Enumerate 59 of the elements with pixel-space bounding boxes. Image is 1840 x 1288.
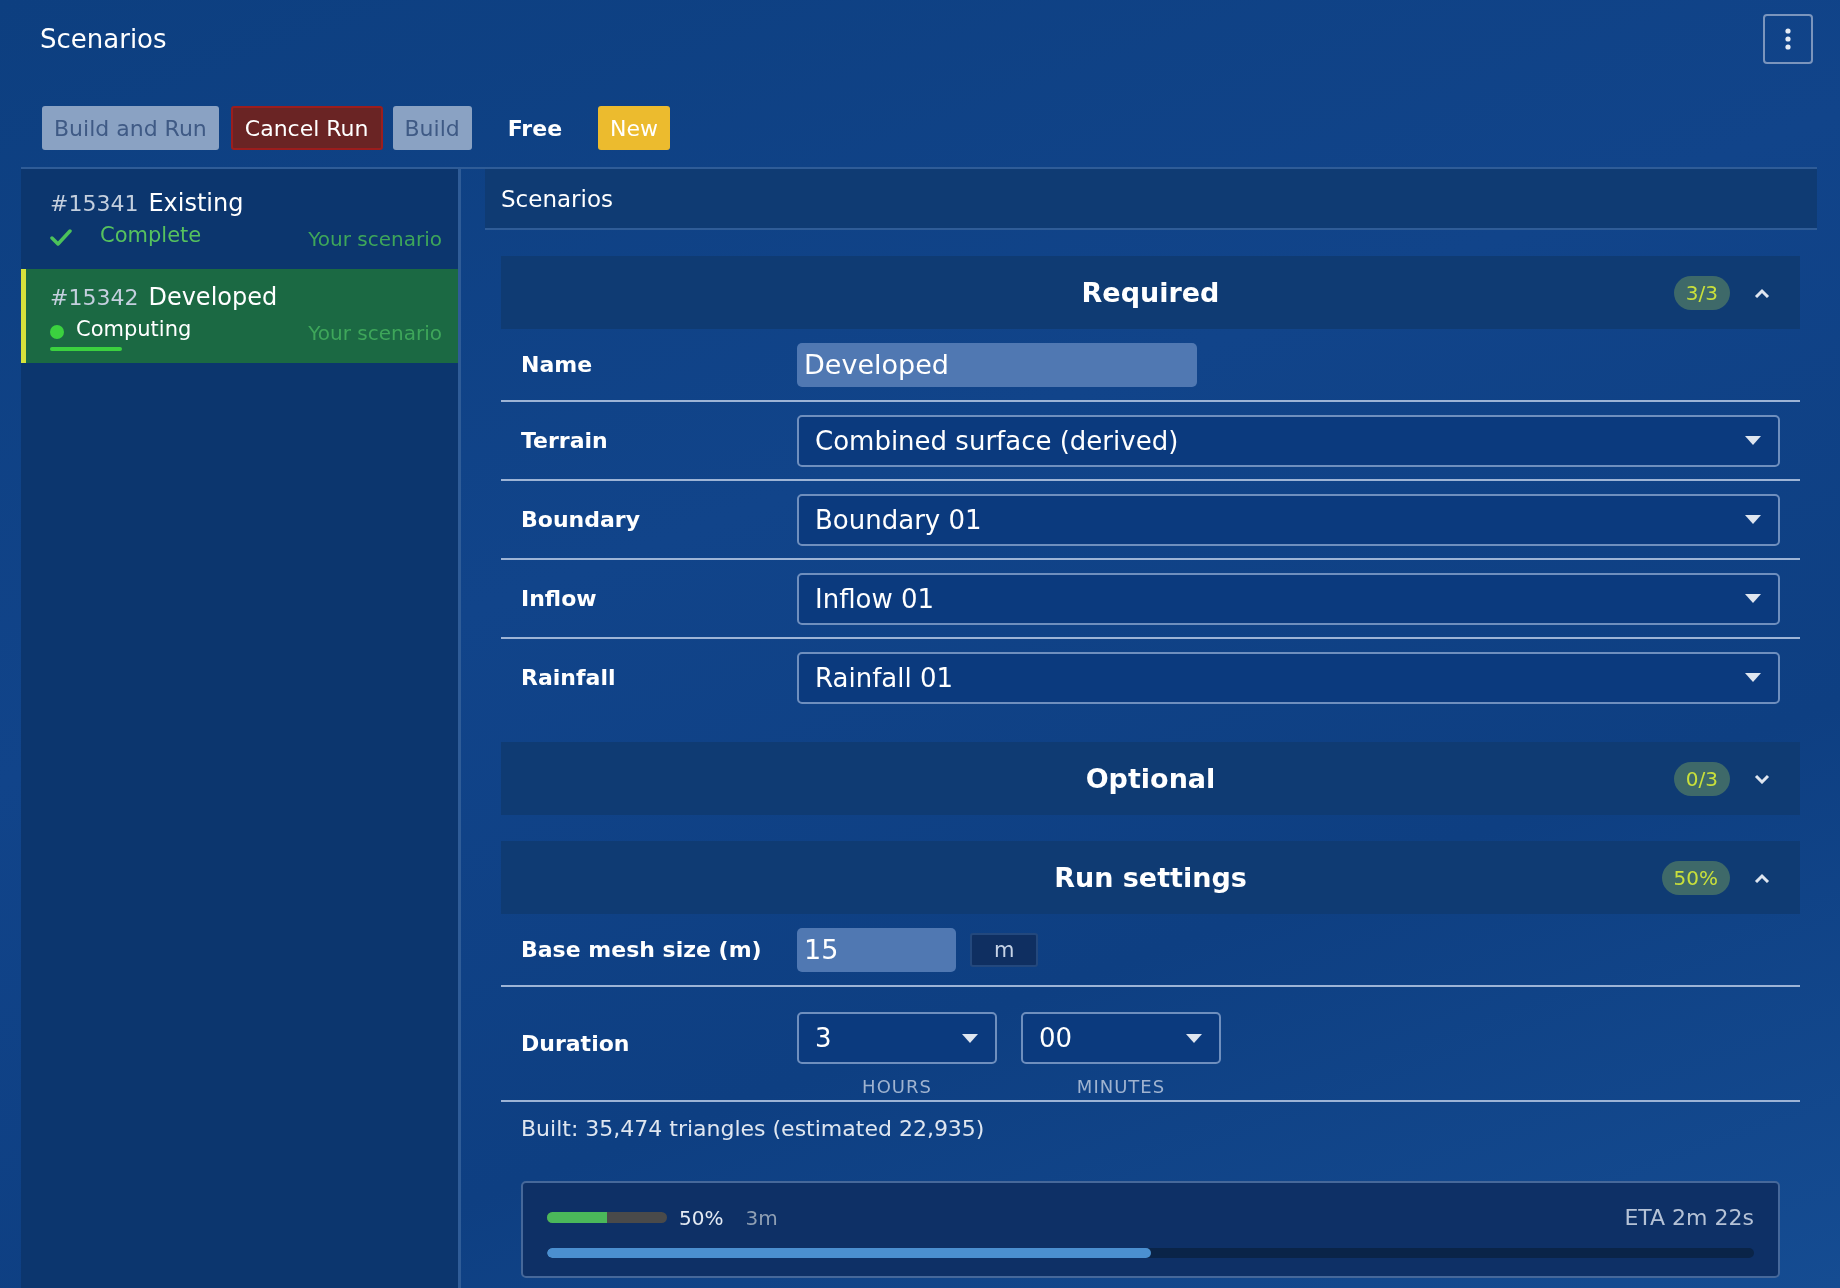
chevron-up-icon[interactable] [1754, 872, 1770, 883]
owner-label: Your scenario [308, 321, 442, 345]
activity-bar [50, 347, 122, 351]
check-icon [50, 229, 72, 247]
caret-icon [1744, 593, 1762, 604]
count-badge: 0/3 [1673, 761, 1730, 796]
section-header[interactable]: Required 3/3 [501, 256, 1800, 329]
scenario-item[interactable]: #15341 Existing Complete Your scenario [21, 169, 458, 269]
field-label: Boundary [521, 507, 641, 532]
section-header[interactable]: Optional 0/3 [501, 742, 1800, 815]
number-field[interactable]: 15 [797, 927, 956, 972]
caret-icon [961, 1032, 979, 1044]
page-title: Scenarios [40, 24, 167, 54]
plan-label: Free [507, 115, 563, 141]
scenario-name: Existing [148, 189, 244, 217]
scenario-number: #15341 [50, 191, 139, 216]
unit-caption: HOURS [862, 1076, 932, 1097]
chevron-down-icon[interactable] [1754, 773, 1770, 784]
field-label: Duration [521, 1031, 631, 1056]
scenario-name: Developed [148, 283, 278, 311]
dropdown[interactable]: 3 [797, 1012, 997, 1064]
unit-caption: MINUTES [1076, 1076, 1166, 1097]
owner-label: Your scenario [308, 227, 442, 251]
caret-icon [1744, 435, 1762, 446]
dropdown[interactable]: 00 [1021, 1012, 1221, 1064]
scenario-item[interactable]: #15342 Developed Computing Your scenario [21, 269, 458, 363]
status-text: Computing [76, 317, 192, 341]
chevron-up-icon[interactable] [1754, 287, 1770, 298]
dropdown[interactable]: Boundary 01 [797, 493, 1780, 546]
build-summary: Built: 35,474 triangles (estimated 22,935) [520, 1115, 986, 1143]
field-label: Terrain [521, 428, 609, 453]
field-label: Name [521, 352, 594, 377]
more-icon [1785, 28, 1791, 50]
elapsed-time: 3m [745, 1205, 778, 1230]
count-badge: 50% [1661, 860, 1730, 895]
field-label: Rainfall [521, 665, 617, 690]
panel-title: Scenarios [485, 169, 1817, 230]
progress-percent: 50% [679, 1205, 724, 1230]
dropdown[interactable]: Rainfall 01 [797, 651, 1780, 704]
cancel-button[interactable]: Cancel Run [230, 106, 383, 150]
section-title: Optional [1085, 763, 1216, 794]
eta-text: ETA 2m 22s [1624, 1205, 1754, 1230]
unit-label: m [970, 932, 1039, 967]
caret-icon [1744, 672, 1762, 683]
dropdown[interactable]: Inflow 01 [797, 572, 1780, 625]
section-title: Run settings [1054, 862, 1247, 893]
status-dot [50, 325, 64, 339]
scenario-number: #15342 [50, 285, 139, 310]
section-title: Required [1081, 277, 1220, 308]
dropdown[interactable]: Combined surface (derived) [797, 414, 1780, 467]
count-badge: 3/3 [1673, 275, 1730, 310]
field-label: Inflow [521, 586, 598, 611]
status-text: Complete [100, 223, 202, 247]
menu-button[interactable] [1763, 14, 1813, 64]
text-field[interactable]: Developed [797, 342, 1197, 387]
field-label: Base mesh size (m) [521, 937, 763, 962]
section-header[interactable]: Run settings 50% [501, 841, 1800, 914]
caret-icon [1744, 514, 1762, 525]
caret-icon [1185, 1032, 1203, 1044]
